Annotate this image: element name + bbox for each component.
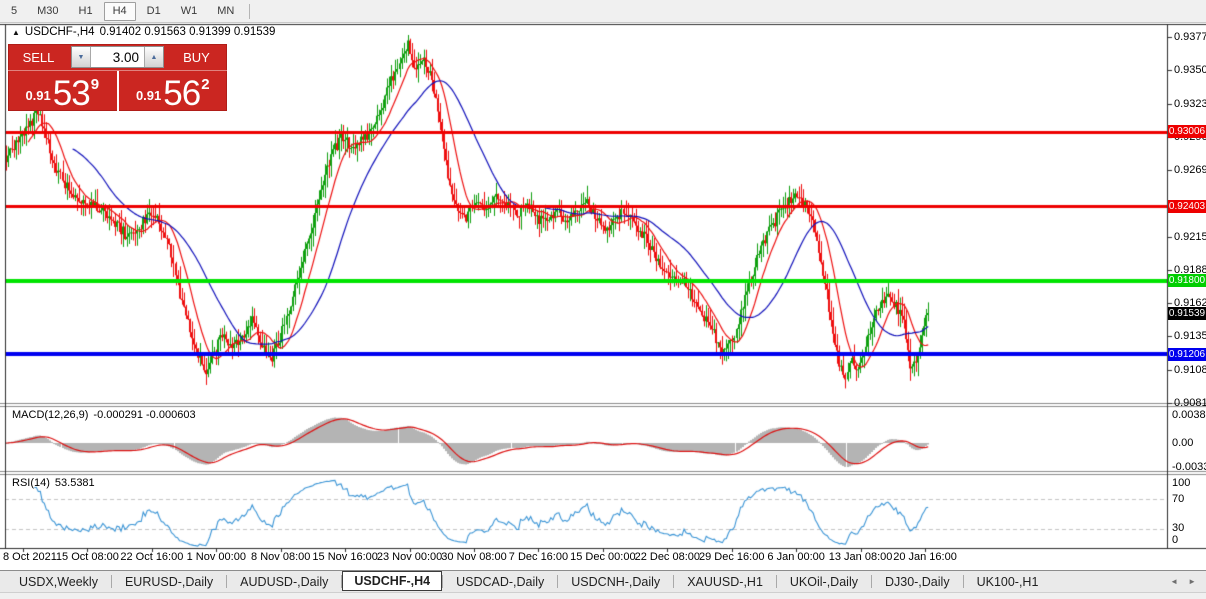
time-axis-label: 23 Nov 00:00 — [376, 551, 443, 563]
tab-audusd-daily[interactable]: AUDUSD-,Daily — [227, 573, 341, 591]
collapse-panel-icon[interactable]: ▲ — [12, 28, 20, 37]
buy-button[interactable]: BUY — [166, 44, 227, 70]
tab-usdchf-h4[interactable]: USDCHF-,H4 — [342, 571, 443, 591]
rsi-axis-label: 100 — [1172, 477, 1191, 489]
time-axis-label: 1 Nov 00:00 — [186, 551, 246, 563]
volume-stepper: ▼ 3.00 ▲ — [71, 46, 164, 68]
tab-usdcnh-daily[interactable]: USDCNH-,Daily — [558, 573, 673, 591]
macd-pane-label: MACD(12,26,9) -0.000291 -0.000603 — [12, 409, 196, 421]
rsi-axis-label: 30 — [1172, 522, 1185, 534]
trade-panel-top-row: SELL ▼ 3.00 ▲ BUY — [8, 44, 227, 71]
macd-indicator-values: -0.000291 -0.000603 — [93, 409, 196, 421]
tab-usdx-weekly[interactable]: USDX,Weekly — [6, 573, 111, 591]
status-bar — [0, 592, 1206, 599]
timeframe-button-mn[interactable]: MN — [208, 2, 243, 21]
volume-increase-button[interactable]: ▲ — [144, 47, 163, 67]
time-axis-label: 8 Nov 08:00 — [251, 551, 311, 563]
timeframe-button-5[interactable]: 5 — [2, 2, 26, 21]
time-axis-label: 30 Nov 08:00 — [441, 551, 507, 563]
tab-ukoil-daily[interactable]: UKOil-,Daily — [777, 573, 871, 591]
trading-terminal-window: 5 M30 H1 H4 D1 W1 MN ▲ USDCHF-,H4 0.91402 0.91… — [0, 0, 1206, 599]
price-tick-label: 0.93235 — [1174, 97, 1206, 110]
buy-price-big-digits: 56 — [163, 74, 201, 114]
timeframe-button-h1[interactable]: H1 — [70, 2, 102, 21]
chart-title: ▲ USDCHF-,H4 0.91402 0.91563 0.91399 0.9… — [12, 26, 275, 38]
tab-scroll-left-icon[interactable]: ◄ — [1170, 577, 1178, 586]
timeframe-button-h4[interactable]: H4 — [103, 1, 136, 21]
symbol-tabbar: USDX,Weekly EURUSD-,Daily AUDUSD-,Daily USD… — [0, 570, 1206, 592]
timeframe-buttons: 5 M30 H1 H4 D1 W1 MN — [1, 1, 244, 21]
sell-price-prefix: 0.91 — [25, 88, 51, 103]
tab-usdcad-daily[interactable]: USDCAD-,Daily — [443, 573, 557, 591]
price-tick-label: 0.93505 — [1174, 64, 1206, 77]
symbol-tabs: USDX,Weekly EURUSD-,Daily AUDUSD-,Daily USD… — [6, 571, 1052, 591]
macd-indicator-name: MACD(12,26,9) — [12, 409, 89, 421]
time-axis-label: 29 Dec 16:00 — [699, 551, 765, 563]
price-tag-091539: 0.91539 — [1168, 306, 1206, 320]
price-tick-label: 0.90810 — [1174, 397, 1206, 409]
timeframe-toolbar: 5 M30 H1 H4 D1 W1 MN — [0, 0, 1206, 23]
volume-decrease-button[interactable]: ▼ — [72, 47, 91, 67]
buy-price[interactable]: 0.91 56 2 — [119, 71, 228, 111]
sell-price-big-digits: 53 — [52, 74, 91, 114]
rsi-pane-label: RSI(14) 53.5381 — [12, 477, 95, 489]
price-tag-091800: 0.91800 — [1168, 274, 1206, 288]
price-tick-label: 0.93775 — [1174, 30, 1206, 43]
rsi-indicator-name: RSI(14) — [12, 477, 50, 489]
tab-uk100-h1[interactable]: UK100-,H1 — [964, 573, 1052, 591]
price-tag-093006: 0.93006 — [1168, 125, 1206, 139]
chart-symbol-label: USDCHF-,H4 — [24, 26, 95, 38]
price-tag-092403: 0.92403 — [1168, 199, 1206, 213]
time-axis-label: 22 Dec 08:00 — [634, 551, 701, 563]
time-axis-label: 13 Jan 08:00 — [828, 551, 893, 563]
sell-button[interactable]: SELL — [8, 44, 69, 70]
sell-price-pipette: 9 — [90, 76, 100, 93]
timeframe-button-m30[interactable]: M30 — [28, 2, 67, 21]
time-axis-label: 7 Dec 16:00 — [508, 551, 569, 563]
price-tick-label: 0.91080 — [1174, 363, 1206, 376]
buy-price-pipette: 2 — [201, 76, 210, 93]
one-click-trading-panel: SELL ▼ 3.00 ▲ BUY 0.91 53 9 0.91 56 2 — [8, 44, 227, 111]
price-tick-label: 0.91350 — [1174, 330, 1206, 343]
price-tick-label: 0.92695 — [1174, 164, 1206, 177]
macd-axis-label: 0.00382 — [1172, 409, 1206, 421]
chart-ohlc-values: 0.91402 0.91563 0.91399 0.91539 — [99, 26, 276, 38]
time-axis-label: 6 Jan 00:00 — [767, 551, 825, 563]
tab-eurusd-daily[interactable]: EURUSD-,Daily — [112, 573, 226, 591]
chevron-down-icon: ▼ — [77, 53, 85, 61]
timeframe-button-w1[interactable]: W1 — [172, 2, 207, 21]
macd-axis-label: 0.00 — [1172, 437, 1194, 449]
sell-price[interactable]: 0.91 53 9 — [8, 71, 119, 111]
buy-price-prefix: 0.91 — [135, 88, 162, 103]
time-axis-label: 15 Nov 16:00 — [312, 551, 378, 563]
toolbar-divider — [249, 3, 251, 19]
volume-input[interactable]: 3.00 — [91, 47, 144, 67]
timeframe-button-d1[interactable]: D1 — [138, 2, 170, 21]
tab-scroll-controls: ◄ ► — [1170, 577, 1206, 586]
price-tick-label: 0.92155 — [1174, 230, 1206, 243]
tab-dj30-daily[interactable]: DJ30-,Daily — [872, 573, 963, 591]
chevron-up-icon: ▲ — [150, 53, 158, 61]
time-axis-label: 20 Jan 16:00 — [893, 551, 957, 563]
macd-axis-label: -0.0033 — [1172, 461, 1206, 473]
rsi-axis-label: 70 — [1172, 493, 1185, 505]
trade-panel-price-row: 0.91 53 9 0.91 56 2 — [8, 71, 227, 111]
rsi-indicator-value: 53.5381 — [54, 477, 95, 489]
tab-xauusd-h1[interactable]: XAUUSD-,H1 — [674, 573, 776, 591]
time-axis-label: 15 Dec 00:00 — [570, 551, 636, 563]
price-tag-091206: 0.91206 — [1168, 347, 1206, 361]
rsi-axis-label: 0 — [1172, 534, 1179, 546]
time-axis-label: 15 Oct 08:00 — [55, 551, 119, 563]
time-axis-label: 22 Oct 16:00 — [120, 551, 184, 563]
tab-scroll-right-icon[interactable]: ► — [1188, 577, 1196, 586]
time-axis-label: 8 Oct 2021 — [3, 551, 57, 563]
